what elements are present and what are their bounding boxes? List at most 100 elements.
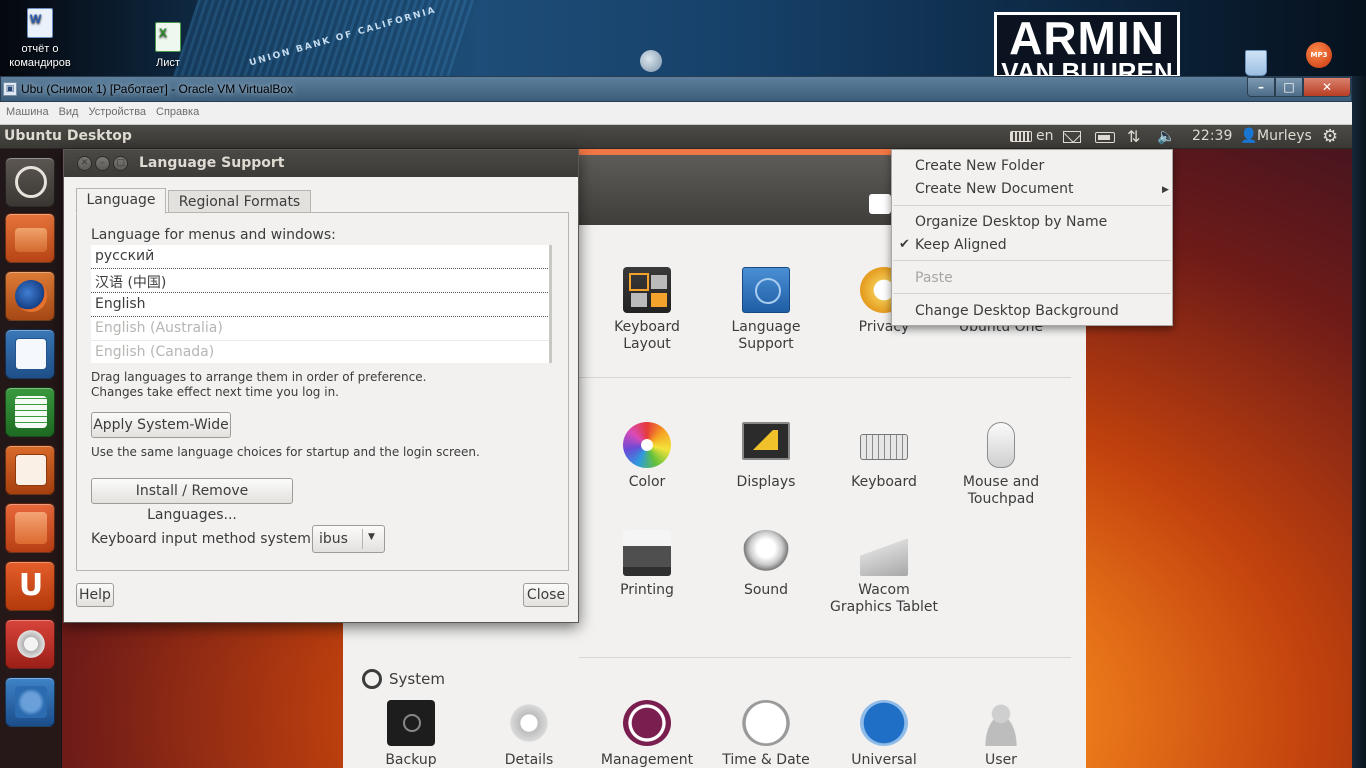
menu-separator [893, 205, 1171, 206]
launcher-files[interactable] [5, 213, 55, 263]
launcher-software-center[interactable] [5, 503, 55, 553]
settings-item-label: Color [628, 474, 666, 490]
language-support-icon [742, 267, 790, 313]
dialog-minimize-button[interactable]: – [95, 156, 110, 171]
menu-view[interactable]: Вид [54, 102, 84, 118]
launcher-system-settings[interactable] [5, 619, 55, 669]
settings-time-date[interactable]: Time & Date [711, 700, 821, 768]
menu-item-change-background[interactable]: Change Desktop Background [915, 303, 1119, 319]
minimize-button[interactable]: – [1247, 77, 1275, 97]
settings-printing[interactable]: Printing [592, 530, 702, 599]
settings-keyboard-layout[interactable]: Keyboard Layout [592, 267, 702, 353]
virtualbox-app-icon[interactable]: ▣ [3, 82, 17, 96]
speaker-icon [742, 530, 790, 576]
user-icon: 👤 [1240, 128, 1258, 144]
session-gear-icon[interactable]: ⚙ [1322, 126, 1338, 147]
settings-item-label: Time & Date [722, 752, 810, 768]
keyboard-layout-indicator[interactable]: en [1036, 128, 1054, 144]
menu-devices[interactable]: Устройства [83, 102, 151, 118]
ubuntu-logo-icon [15, 166, 47, 198]
wallpaper-logo: ARMIN VAN BUUREN [994, 12, 1180, 78]
menu-machine[interactable]: Машина [0, 102, 54, 118]
virtualbox-window-frame [1352, 76, 1366, 768]
settings-language-support[interactable]: Language Support [711, 267, 821, 353]
keyboard-indicator-icon[interactable] [1010, 131, 1032, 142]
launcher-ubuntu-one[interactable]: U [5, 561, 55, 611]
settings-management[interactable]: Management [592, 700, 702, 768]
settings-item-label: Universal [851, 752, 917, 768]
install-remove-languages-button[interactable]: Install / Remove Languages... [91, 478, 293, 523]
virtualbox-window-title: Ubu (Снимок 1) [Работает] - Oracle VM Vi… [21, 82, 294, 96]
settings-color[interactable]: Color [592, 422, 702, 491]
settings-item-label: Keyboard Layout [614, 319, 680, 352]
language-row[interactable]: English [91, 293, 550, 317]
close-window-button[interactable]: ✕ [1303, 77, 1351, 97]
network-icon[interactable]: ⇅ [1127, 127, 1140, 146]
settings-item-label: Backup [385, 752, 437, 768]
language-row[interactable]: English (Canada) [91, 341, 550, 365]
virtualbox-titlebar[interactable]: ▣ Ubu (Снимок 1) [Работает] - Oracle VM … [0, 76, 1352, 102]
settings-item-label: Displays [736, 474, 796, 490]
submenu-arrow-icon: ▶ [1162, 185, 1169, 195]
menu-item-paste: Paste [915, 270, 953, 286]
dialog-close-button[interactable]: ✕ [77, 156, 92, 171]
combo-divider [362, 529, 363, 549]
language-row[interactable]: English (Australia) [91, 317, 550, 341]
menu-separator [893, 260, 1171, 261]
tab-language[interactable]: Language [76, 188, 166, 214]
settings-details[interactable]: Details [474, 700, 584, 768]
volume-icon[interactable]: 🔈 [1157, 127, 1176, 145]
settings-mouse-touchpad[interactable]: Mouse and Touchpad [946, 422, 1056, 508]
settings-item-label: Wacom Graphics Tablet [830, 582, 938, 615]
impress-icon [15, 454, 47, 486]
panel-username[interactable]: Murleys [1257, 128, 1312, 144]
word-document-icon [27, 8, 53, 38]
language-list[interactable]: русский 汉语 (中国) English English (Austral… [91, 245, 552, 363]
menu-item-organize-by-name[interactable]: Organize Desktop by Name [915, 214, 1107, 230]
host-desktop: UNION BANK OF CALIFORNIA ARMIN VAN BUURE… [0, 0, 1366, 80]
close-button[interactable]: Close [523, 583, 569, 607]
color-icon [623, 422, 671, 468]
battery-icon[interactable] [1095, 132, 1115, 143]
language-row[interactable]: русский [91, 245, 550, 269]
launcher-libreoffice-writer[interactable] [5, 329, 55, 379]
settings-user-accounts[interactable]: User [946, 700, 1056, 768]
excel-sheet-icon [155, 22, 181, 52]
recycle-bin-icon[interactable] [1245, 50, 1267, 76]
language-list-label: Language for menus and windows: [91, 227, 336, 243]
launcher-language-support[interactable] [5, 677, 55, 727]
search-input[interactable] [869, 194, 891, 214]
host-icon-label: Лист [156, 57, 180, 69]
menu-help[interactable]: Справка [151, 102, 204, 118]
launcher-dash-home[interactable] [5, 157, 55, 207]
menu-item-create-folder[interactable]: Create New Folder [915, 158, 1044, 174]
settings-displays[interactable]: Displays [711, 422, 821, 491]
input-method-select[interactable]: ibus ▼ [312, 525, 385, 553]
language-list-scrollbar[interactable] [549, 245, 552, 363]
language-row[interactable]: 汉语 (中国) [91, 269, 550, 293]
maximize-button[interactable]: □ [1275, 77, 1303, 97]
menu-item-keep-aligned[interactable]: Keep Aligned [915, 237, 1007, 253]
launcher-firefox[interactable] [5, 271, 55, 321]
ubuntu-one-icon: U [18, 568, 44, 603]
host-desktop-icon-excel-sheet[interactable]: Лист [140, 22, 196, 70]
mp3-player-icon[interactable]: MP3 [1306, 42, 1332, 68]
panel-app-title: Ubuntu Desktop [4, 128, 132, 144]
chevron-down-icon: ▼ [368, 532, 375, 542]
dialog-maximize-button[interactable]: □ [113, 156, 128, 171]
settings-universal-access[interactable]: Universal [829, 700, 939, 768]
panel-clock[interactable]: 22:39 [1192, 128, 1232, 144]
settings-sound[interactable]: Sound [711, 530, 821, 599]
launcher-libreoffice-impress[interactable] [5, 445, 55, 495]
settings-backup[interactable]: Backup [356, 700, 466, 768]
apply-system-wide-button[interactable]: Apply System-Wide [91, 412, 231, 438]
messaging-menu-icon[interactable] [1063, 131, 1081, 143]
host-desktop-icon-word-document[interactable]: отчёт о командиров [8, 8, 72, 70]
menu-item-create-document[interactable]: Create New Document [915, 181, 1073, 197]
launcher-libreoffice-calc[interactable] [5, 387, 55, 437]
dialog-titlebar[interactable]: ✕ – □ Language Support [64, 150, 578, 177]
settings-wacom-tablet[interactable]: Wacom Graphics Tablet [829, 530, 939, 616]
help-button[interactable]: Help [76, 583, 114, 607]
settings-item-label: Language Support [731, 319, 801, 352]
settings-keyboard[interactable]: Keyboard [829, 422, 939, 491]
